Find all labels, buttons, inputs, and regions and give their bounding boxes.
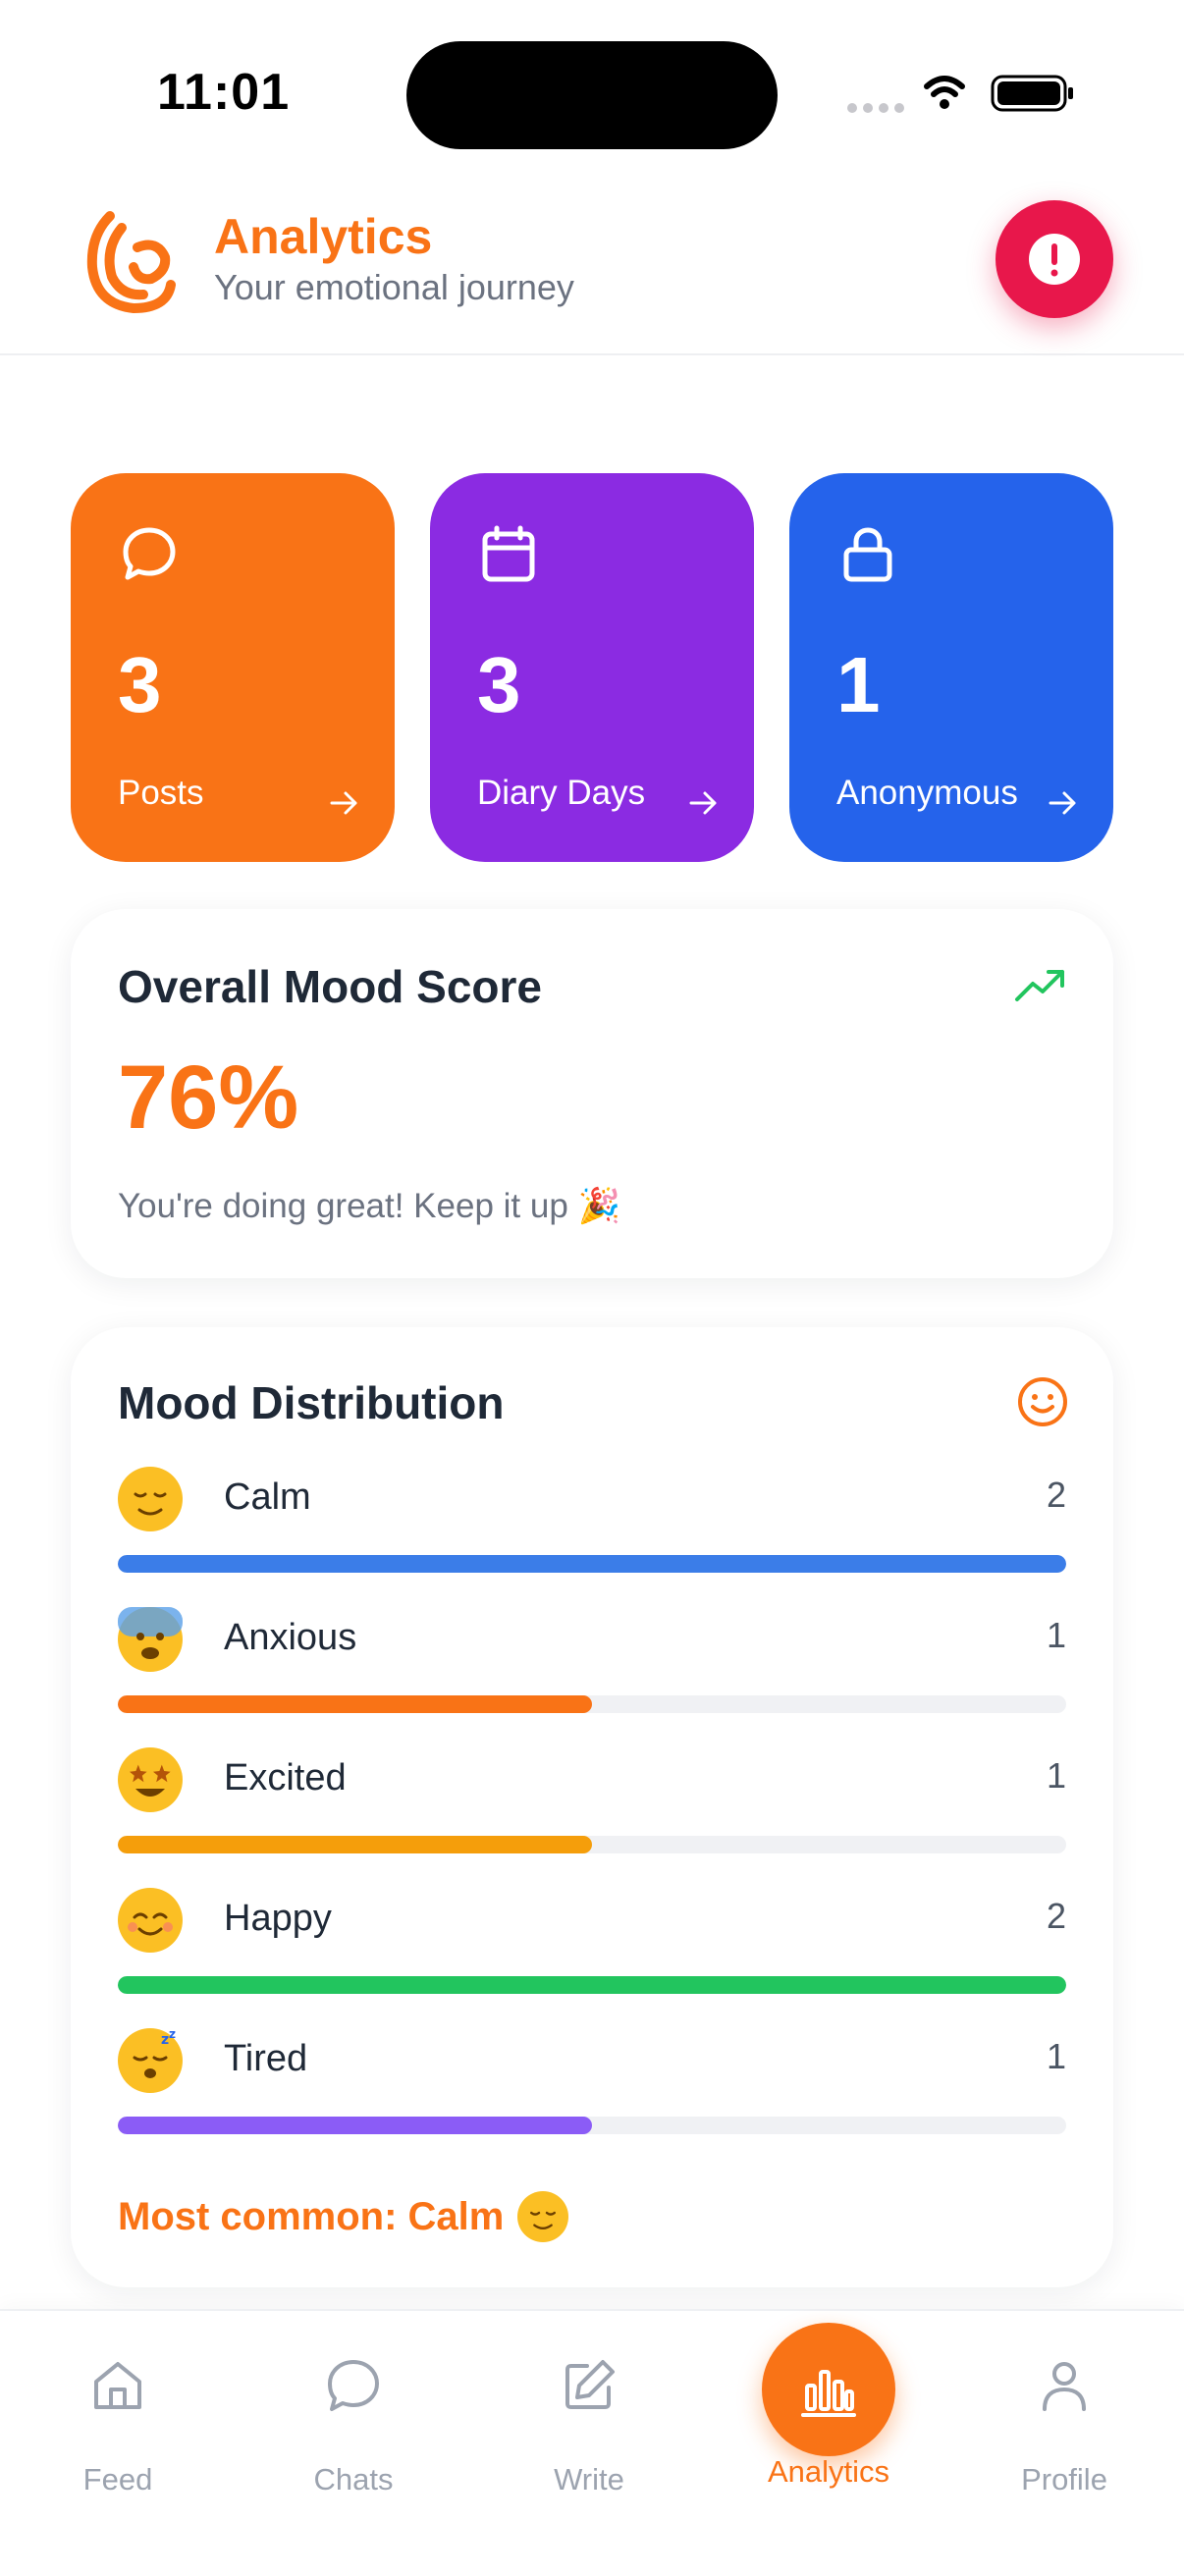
mood-bar-fill (118, 1555, 1066, 1573)
stat-value: 3 (477, 641, 521, 728)
alert-button[interactable] (996, 200, 1113, 318)
svg-text:z: z (161, 2032, 169, 2048)
hand-wave-logo (82, 206, 181, 316)
page-title: Analytics (214, 209, 433, 264)
nav-write[interactable]: Write (491, 2356, 687, 2503)
status-icons (844, 69, 1080, 118)
page-subtitle: Your emotional journey (214, 267, 574, 307)
mood-row-calm: Calm 2 (118, 1467, 1066, 1594)
anxious-emoji-icon (118, 1607, 183, 1672)
wifi-icon (924, 76, 965, 109)
mood-bar-fill (118, 1976, 1066, 1994)
chat-bubble-icon (118, 522, 181, 585)
chat-icon (328, 2360, 379, 2411)
calm-emoji-icon (118, 1467, 183, 1531)
mood-score-value: 76% (118, 1047, 299, 1148)
nav-profile[interactable]: Profile (966, 2356, 1162, 2503)
mood-distribution-card: Mood Distribution Calm 2 Anxious 1 Excit… (71, 1327, 1113, 2287)
stat-label: Anonymous (836, 774, 1018, 812)
mood-label: Excited (224, 1757, 347, 1798)
mood-bar-track (118, 1976, 1066, 1994)
smile-icon (1015, 1374, 1070, 1429)
mood-row-happy: Happy 2 (118, 1888, 1066, 2015)
most-common-text: Most common: Calm (118, 2194, 505, 2238)
nav-label: Profile (1021, 2462, 1107, 2496)
nav-label-active: Analytics (767, 2454, 890, 2489)
nav-feed[interactable]: Feed (20, 2356, 216, 2503)
mood-bar-fill (118, 1836, 592, 1853)
bar-chart-icon (801, 2370, 856, 2417)
stat-label: Diary Days (477, 774, 646, 812)
svg-text:z: z (169, 2028, 176, 2041)
mood-bar-track (118, 1836, 1066, 1853)
stat-card-diary-days[interactable]: 3 Diary Days (430, 473, 754, 862)
mood-count: 1 (1046, 1615, 1066, 1655)
mood-row-anxious: Anxious 1 (118, 1607, 1066, 1735)
stat-value: 1 (836, 641, 881, 728)
most-common-mood: Most common: Calm (118, 2191, 569, 2242)
mood-count: 2 (1046, 1896, 1066, 1936)
stat-value: 3 (118, 641, 162, 728)
trending-up-icon (1013, 966, 1068, 1005)
stat-label: Posts (118, 774, 204, 812)
lock-icon (836, 522, 899, 585)
battery-icon (991, 75, 1073, 112)
mood-bar-fill (118, 1695, 592, 1713)
mood-bar-fill (118, 2117, 592, 2134)
calm-emoji-icon (517, 2191, 569, 2242)
arrow-right-icon (1045, 785, 1080, 821)
mood-bar-track (118, 1555, 1066, 1573)
mood-score-message: You're doing great! Keep it up 🎉 (118, 1187, 621, 1225)
mood-row-tired: z z Tired 1 (118, 2028, 1066, 2156)
mood-label: Calm (224, 1476, 311, 1518)
nav-label: Feed (82, 2462, 153, 2496)
arrow-right-icon (685, 785, 721, 821)
mood-count: 1 (1046, 2036, 1066, 2076)
stat-card-posts[interactable]: 3 Posts (71, 473, 395, 862)
tired-emoji-icon: z z (118, 2028, 183, 2093)
mood-count: 1 (1046, 1755, 1066, 1796)
mood-label: Tired (224, 2038, 308, 2079)
excited-emoji-icon (118, 1747, 183, 1812)
mood-row-excited: Excited 1 (118, 1747, 1066, 1875)
mood-label: Happy (224, 1898, 332, 1939)
happy-emoji-icon (118, 1888, 183, 1953)
status-time: 11:01 (157, 64, 291, 121)
edit-icon (565, 2360, 615, 2409)
mood-score-title: Overall Mood Score (118, 961, 543, 1012)
nav-label: Write (554, 2462, 624, 2496)
stat-card-anonymous[interactable]: 1 Anonymous (789, 473, 1113, 862)
mood-bar-track (118, 2117, 1066, 2134)
nav-label: Chats (313, 2462, 394, 2496)
mood-label: Anxious (224, 1617, 357, 1658)
dynamic-island (406, 41, 778, 149)
signal-icon (847, 103, 904, 113)
mood-bar-track (118, 1695, 1066, 1713)
mood-distribution-title: Mood Distribution (118, 1377, 505, 1428)
user-icon (1043, 2362, 1086, 2411)
nav-chats[interactable]: Chats (255, 2356, 452, 2503)
nav-analytics[interactable] (762, 2323, 895, 2456)
home-icon (94, 2362, 141, 2409)
mood-count: 2 (1046, 1475, 1066, 1515)
arrow-right-icon (326, 785, 361, 821)
calendar-icon (477, 522, 540, 585)
mood-score-card: Overall Mood Score 76% You're doing grea… (71, 909, 1113, 1278)
exclamation-icon (1029, 234, 1080, 285)
